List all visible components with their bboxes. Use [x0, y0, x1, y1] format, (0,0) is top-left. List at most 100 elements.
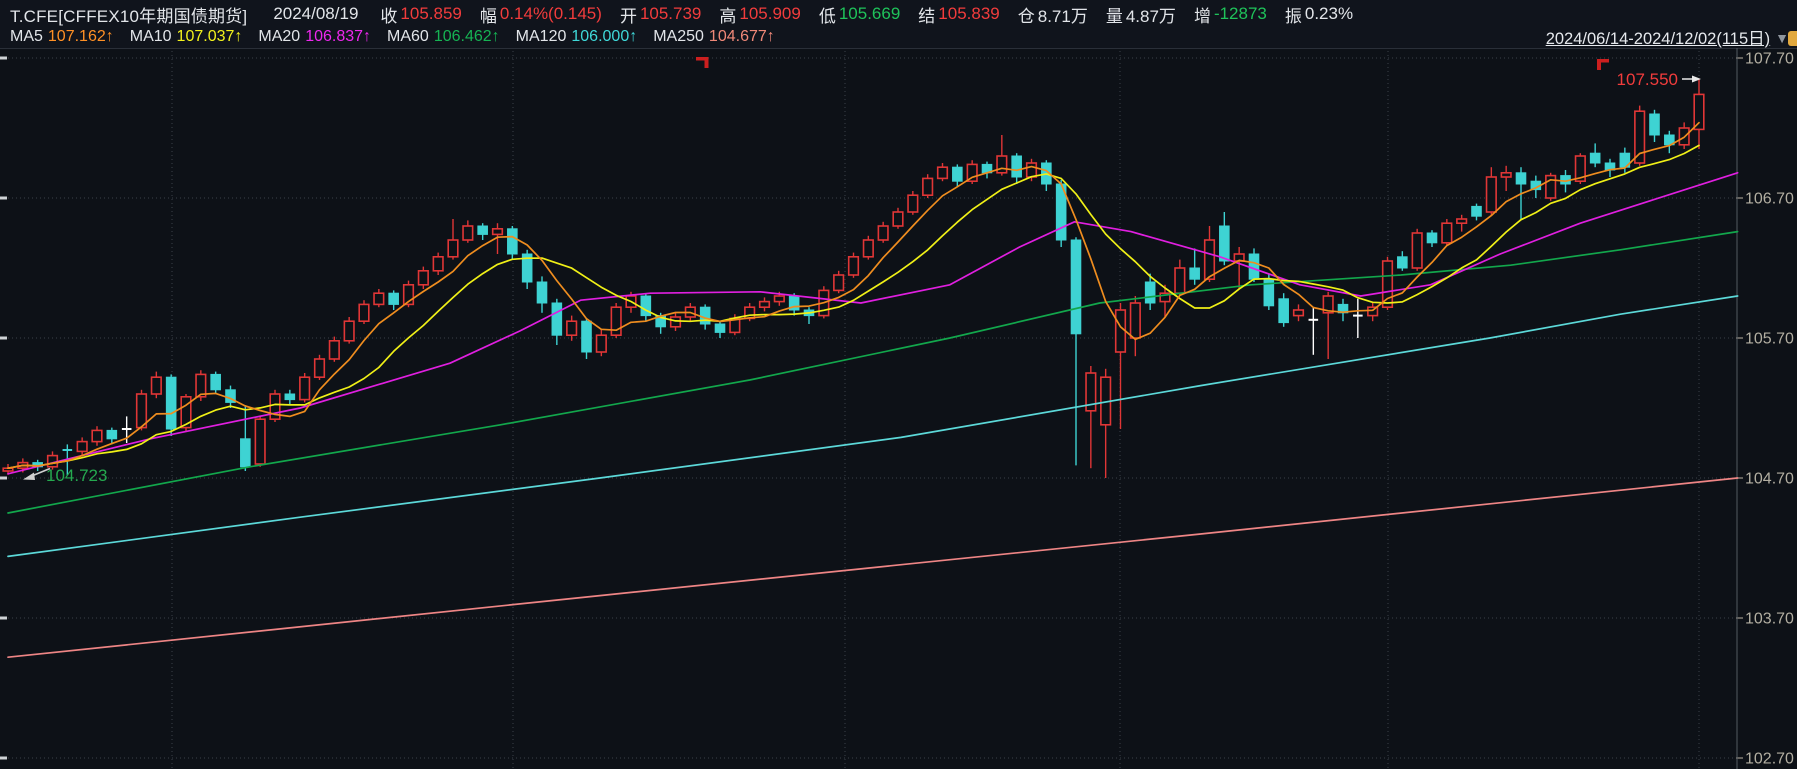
candle-down	[1650, 114, 1660, 135]
stat-high: 高105.909	[719, 2, 800, 27]
candle-up	[1131, 303, 1141, 338]
ma250-legend: MA250104.677↑	[653, 28, 775, 46]
candle-up	[419, 271, 429, 285]
candle-down	[1398, 257, 1408, 268]
candle-up	[433, 257, 443, 271]
candlestick-chart[interactable]: 107.70106.70105.70104.70103.70102.70104.…	[0, 48, 1797, 769]
candle-down	[285, 394, 295, 400]
low-arrow-head	[23, 473, 35, 481]
candle-down	[700, 307, 710, 324]
candle-up	[938, 167, 948, 178]
candle-up	[997, 156, 1007, 173]
ma5-legend: MA5107.162↑	[10, 28, 114, 46]
event-marker-icon	[705, 57, 709, 68]
toolbar-icon[interactable]	[1788, 31, 1797, 46]
candle-up	[463, 226, 473, 240]
candle-down	[582, 321, 592, 352]
candle-up	[152, 377, 162, 394]
price-axis-label: 103.70	[1745, 611, 1794, 628]
candle-up	[1442, 223, 1452, 243]
price-axis-label: 106.70	[1745, 191, 1794, 208]
candle-up	[597, 335, 607, 352]
candle-up	[448, 240, 458, 257]
candles[interactable]	[3, 79, 1704, 478]
candle-up	[1116, 310, 1126, 352]
candle-up	[567, 321, 577, 335]
price-axis-label: 102.70	[1745, 751, 1794, 768]
candle-down	[1516, 173, 1526, 184]
candle-up	[1635, 111, 1645, 163]
period-low-label: 104.723	[46, 466, 107, 485]
candle-down	[1071, 240, 1081, 334]
price-axis-label: 105.70	[1745, 331, 1794, 348]
candle-up	[1027, 163, 1037, 177]
candle-up	[315, 359, 325, 377]
candle-up	[893, 212, 903, 226]
candle-up	[1457, 219, 1467, 223]
date-range-selector[interactable]: 2024/06/14-2024/12/02(115日) ▼	[1546, 25, 1791, 49]
candle-up	[1294, 310, 1304, 316]
candle-down	[1145, 282, 1155, 303]
chevron-down-icon[interactable]: ▼	[1775, 30, 1789, 46]
candle-up	[330, 341, 340, 359]
ma60-legend: MA60106.462↑	[387, 28, 500, 46]
candle-down	[478, 226, 488, 234]
candle-down	[1012, 156, 1022, 177]
candle-down	[1472, 206, 1482, 216]
candle-up	[359, 304, 369, 321]
candle-down	[389, 293, 399, 304]
quote-header: T.CFE[CFFEX10年期国债期货] 2024/08/19 收105.859…	[0, 0, 1797, 49]
candle-up	[864, 240, 874, 257]
ma-line-ma250	[8, 478, 1738, 657]
candle-up	[834, 275, 844, 290]
candle-down	[1249, 254, 1259, 279]
stat-open: 开105.739	[620, 2, 701, 27]
candle-up	[1175, 268, 1185, 293]
candle-down	[1279, 299, 1289, 323]
candle-down	[107, 430, 117, 438]
price-axis-label: 104.70	[1745, 471, 1794, 488]
candle-up	[1412, 233, 1422, 268]
trading-terminal: { "header": { "symbol": "T.CFE[CFFEX10年期…	[0, 0, 1797, 769]
candle-up	[671, 317, 681, 327]
candle-down	[715, 324, 725, 332]
stat-low: 低105.669	[819, 2, 900, 27]
stat-close: 收105.859	[380, 2, 461, 27]
event-marker-icon	[1597, 59, 1601, 70]
date-range-label: 2024/06/14-2024/12/02(115日)	[1546, 25, 1770, 49]
stat-change: 幅0.14%(0.145)	[480, 2, 602, 27]
candle-up	[923, 178, 933, 195]
stat-amplitude: 振0.23%	[1285, 2, 1353, 27]
candle-up	[300, 377, 310, 399]
stat-volume: 量4.87万	[1106, 2, 1176, 27]
stat-oi-change: 增-12873	[1194, 2, 1267, 27]
period-high-label: 107.550	[1617, 70, 1678, 89]
ma-line-ma120	[8, 296, 1738, 556]
quote-date: 2024/08/19	[273, 4, 358, 24]
candle-down	[1190, 268, 1200, 279]
candle-up	[775, 296, 785, 302]
symbol-label: T.CFE[CFFEX10年期国债期货]	[10, 2, 247, 27]
stat-open-interest: 仓8.71万	[1018, 2, 1088, 27]
candle-up	[908, 195, 918, 212]
candle-down	[508, 229, 518, 254]
candle-up	[92, 430, 102, 441]
candle-up	[1205, 240, 1215, 279]
candle-down	[552, 303, 562, 335]
candle-up	[493, 229, 503, 235]
candle-down	[241, 439, 251, 467]
candle-up	[849, 257, 859, 275]
ma-legend-row: MA5107.162↑ MA10107.037↑ MA20106.837↑ MA…	[10, 26, 1791, 48]
candle-up	[77, 442, 87, 452]
ma10-legend: MA10107.037↑	[130, 28, 243, 46]
candle-down	[1590, 153, 1600, 163]
candle-up	[760, 302, 770, 308]
stat-settle: 结105.839	[918, 2, 999, 27]
ma-line-ma20	[8, 173, 1738, 474]
candle-down	[1427, 233, 1437, 243]
candle-up	[255, 419, 265, 464]
candle-down	[537, 282, 547, 303]
candle-up	[878, 226, 888, 240]
candle-down	[1220, 226, 1230, 261]
candle-down	[953, 167, 963, 181]
